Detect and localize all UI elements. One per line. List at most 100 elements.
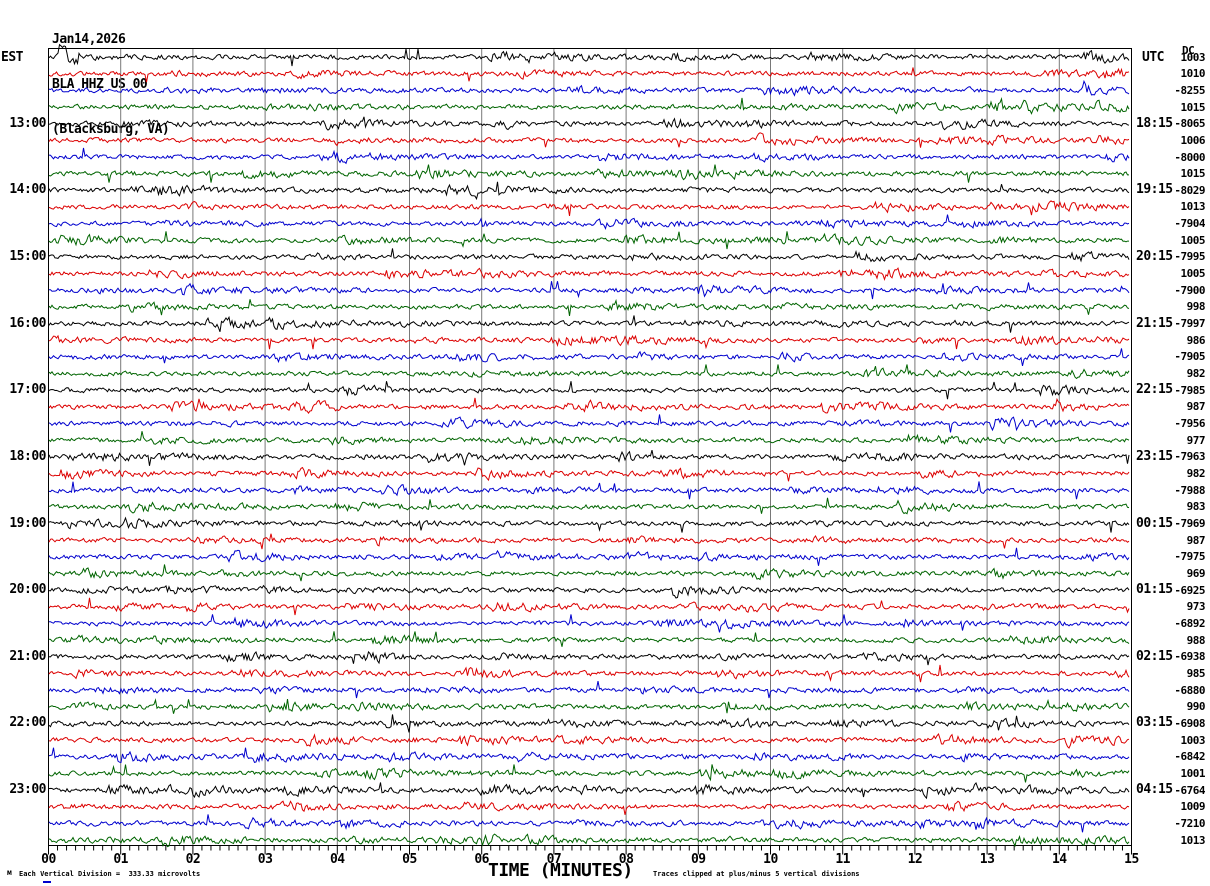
dc-value-row-46: -7210: [1174, 816, 1205, 830]
trace-row-36: [48, 650, 1130, 666]
x-tick-label-00: 00: [41, 852, 56, 867]
dc-value-row-30: -7975: [1174, 550, 1205, 564]
x-tick-label-10: 10: [763, 852, 778, 867]
x-tick-label-11: 11: [835, 852, 851, 867]
trace-row-40: [48, 714, 1130, 733]
x-tick-label-14: 14: [1051, 852, 1067, 867]
dc-value-row-39: 990: [1186, 700, 1206, 714]
trace-row-17: [48, 334, 1130, 350]
est-hour-label: 21:00: [9, 648, 46, 664]
trace-row-46: [48, 814, 1130, 833]
dc-value-row-9: 1013: [1180, 200, 1206, 214]
trace-row-23: [48, 431, 1130, 446]
est-hour-label: 23:00: [9, 782, 46, 797]
utc-hour-label: 00:15: [1136, 515, 1173, 531]
dc-value-row-26: -7988: [1174, 483, 1205, 497]
est-hour-label: 13:00: [9, 115, 46, 131]
trace-row-47: [48, 833, 1130, 848]
trace-row-24: [48, 449, 1130, 466]
dc-value-row-25: 982: [1186, 467, 1206, 480]
trace-row-22: [48, 414, 1130, 433]
utc-hour-label: 02:15: [1136, 648, 1173, 664]
trace-row-6: [48, 147, 1130, 165]
corner-glyph: м: [7, 868, 12, 877]
dc-value-row-43: 1001: [1180, 766, 1206, 780]
trace-row-42: [48, 747, 1130, 763]
trace-row-43: [48, 764, 1130, 783]
trace-row-11: [48, 231, 1129, 250]
trace-row-1: [48, 67, 1130, 83]
x-axis-ticks: [48, 845, 1132, 855]
dc-value-row-11: 1005: [1180, 233, 1206, 247]
utc-hour-label: 04:15: [1136, 782, 1173, 797]
dc-value-row-22: -7956: [1174, 417, 1205, 430]
x-tick-label-09: 09: [690, 852, 706, 867]
est-hour-label: 20:00: [9, 582, 46, 598]
dc-value-row-34: -6892: [1174, 616, 1205, 630]
dc-value-row-31: 969: [1186, 567, 1206, 580]
seismogram-plot: [48, 43, 1132, 855]
dc-value-row-18: -7905: [1174, 350, 1205, 364]
trace-row-8: [48, 181, 1130, 201]
dc-value-row-21: 987: [1186, 400, 1206, 414]
x-tick-label-15: 15: [1124, 852, 1139, 867]
clip-note: Traces clipped at plus/minus 5 vertical …: [653, 870, 860, 878]
trace-row-13: [48, 267, 1130, 281]
trace-row-10: [48, 214, 1130, 231]
trace-row-37: [48, 664, 1130, 683]
dc-value-row-13: 1005: [1180, 267, 1206, 281]
helicorder-screenshot: Jan14,2026 BLA HHZ US 00 (Blacksburg, VA…: [0, 0, 1210, 886]
dc-value-row-5: 1006: [1180, 133, 1206, 147]
est-hour-label: 14:00: [9, 182, 46, 198]
x-tick-label-12: 12: [907, 852, 923, 867]
dc-value-row-23: 977: [1186, 433, 1206, 447]
est-hour-label: 15:00: [9, 248, 46, 264]
x-axis-title: TIME (MINUTES): [488, 860, 633, 881]
trace-row-20: [48, 381, 1130, 400]
trace-row-29: [48, 533, 1130, 550]
dc-value-row-3: 1015: [1180, 100, 1206, 114]
trace-row-3: [48, 97, 1130, 115]
x-tick-label-04: 04: [329, 852, 345, 867]
trace-row-4: [48, 116, 1130, 131]
utc-hour-label: 01:15: [1136, 582, 1173, 598]
est-hour-label: 19:00: [9, 515, 46, 531]
trace-row-12: [48, 248, 1130, 263]
utc-hour-label: 21:15: [1136, 315, 1173, 331]
dc-value-row-47: 1013: [1180, 833, 1206, 847]
trace-row-14: [49, 281, 1130, 300]
utc-hour-label: 23:15: [1136, 448, 1173, 464]
underline-artifact: [43, 881, 51, 883]
trace-row-39: [48, 698, 1130, 714]
est-hour-label: 17:00: [9, 382, 46, 398]
trace-row-5: [48, 132, 1130, 148]
trace-row-28: [48, 516, 1130, 533]
trace-row-25: [48, 466, 1130, 482]
trace-row-2: [48, 79, 1130, 97]
trace-row-38: [48, 681, 1130, 699]
utc-hour-label: 19:15: [1136, 182, 1173, 198]
trace-row-44: [48, 782, 1130, 800]
trace-row-18: [48, 348, 1130, 367]
utc-hour-label: 03:15: [1136, 715, 1173, 731]
trace-row-26: [48, 481, 1130, 500]
trace-row-35: [48, 631, 1130, 647]
trace-row-27: [48, 497, 1130, 515]
trace-row-33: [48, 597, 1130, 616]
dc-value-row-17: 986: [1186, 333, 1206, 347]
dc-value-row-1: 1010: [1180, 67, 1206, 81]
dc-value-row-7: 1015: [1180, 167, 1206, 181]
dc-value-row-15: 998: [1186, 300, 1206, 314]
trace-row-19: [48, 364, 1130, 380]
trace-row-15: [48, 298, 1130, 316]
utc-hour-label: 22:15: [1136, 382, 1173, 398]
trace-row-16: [48, 315, 1130, 333]
trace-row-7: [48, 164, 1129, 183]
x-tick-label-01: 01: [113, 852, 129, 867]
x-tick-label-13: 13: [979, 852, 995, 867]
dc-value-row-37: 985: [1186, 666, 1206, 680]
dc-value-row-29: 987: [1186, 533, 1206, 547]
dc-value-row-33: 973: [1186, 600, 1206, 614]
dc-value-row-38: -6880: [1174, 683, 1205, 697]
dc-value-row-2: -8255: [1174, 83, 1205, 97]
